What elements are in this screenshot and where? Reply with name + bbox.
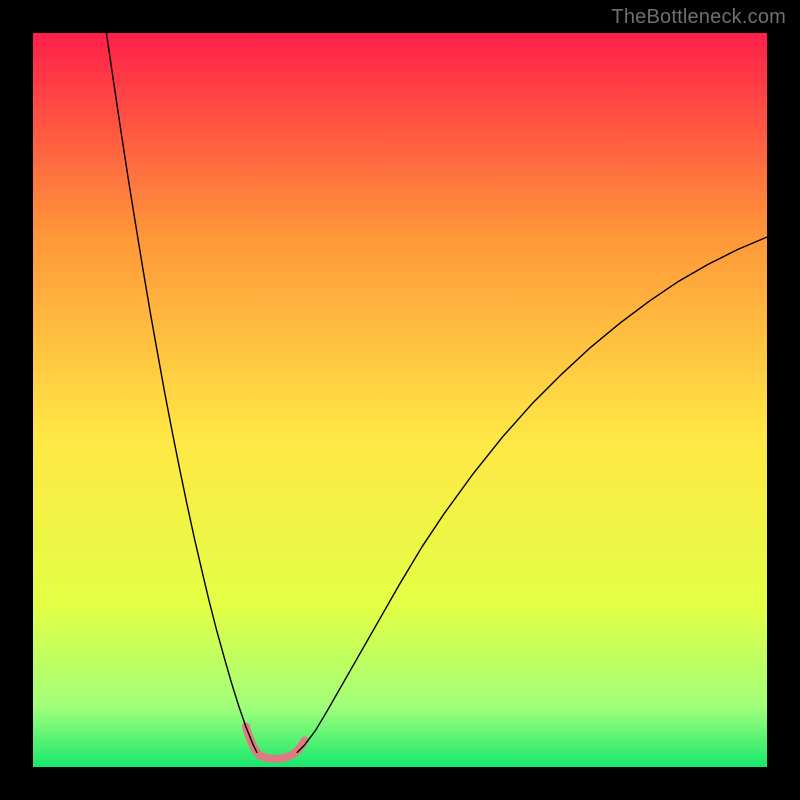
watermark-text: TheBottleneck.com: [611, 6, 786, 29]
chart-background: [33, 33, 767, 767]
chart-svg: [33, 33, 767, 767]
chart-plot-area: [33, 33, 767, 767]
